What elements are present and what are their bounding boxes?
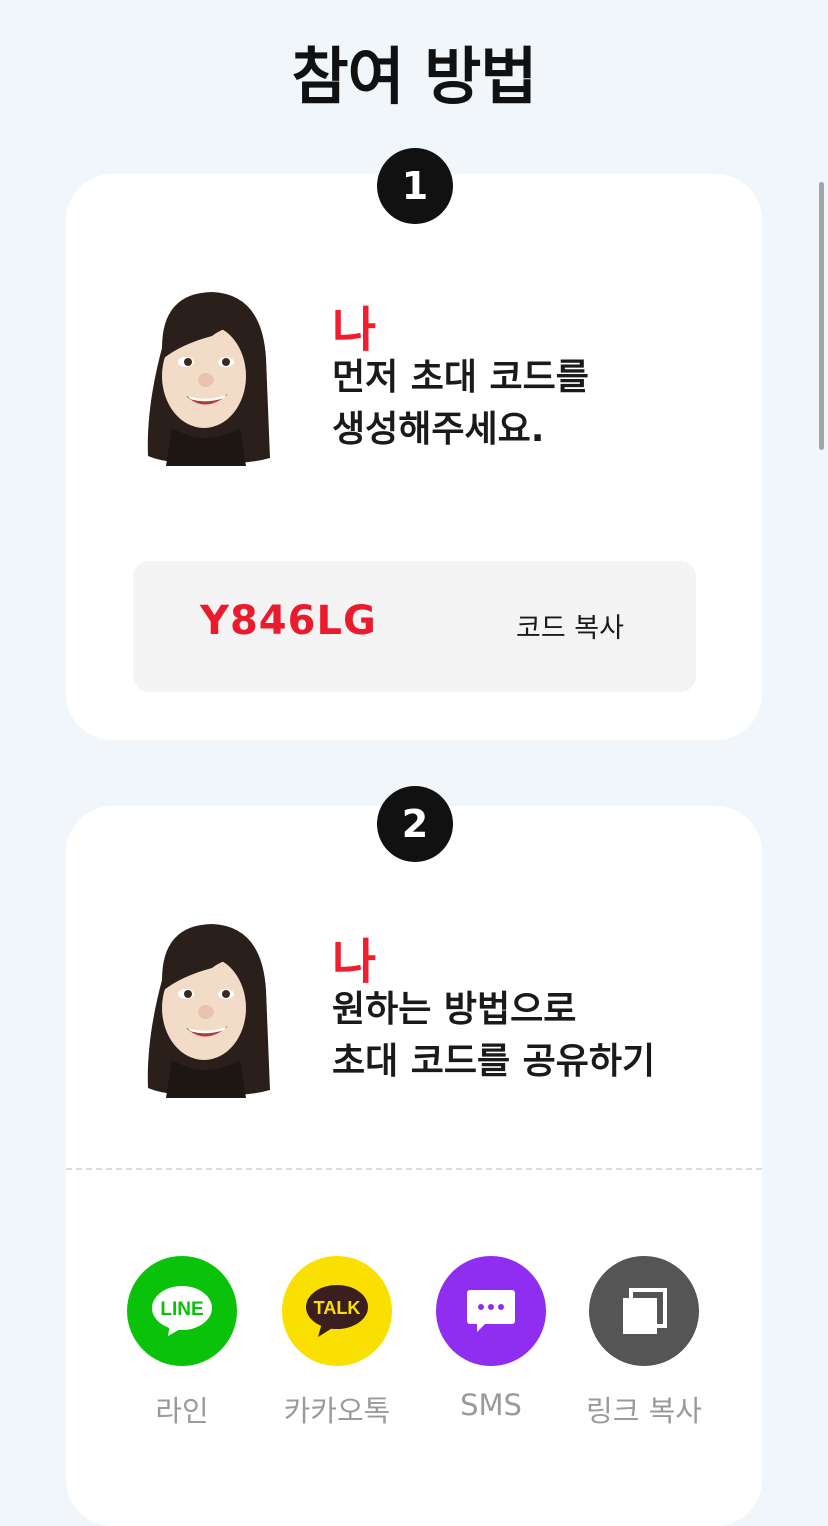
step-2-description: 원하는 방법으로 초대 코드를 공유하기 bbox=[332, 984, 655, 1088]
step-1-line-1: 먼저 초대 코드를 bbox=[332, 357, 589, 398]
memoji-avatar-icon bbox=[147, 292, 270, 466]
step-1-badge: 1 bbox=[377, 148, 453, 224]
share-kakaotalk-button[interactable]: TALK bbox=[282, 1256, 392, 1366]
share-line-button[interactable]: LINE bbox=[127, 1256, 237, 1366]
copy-code-button[interactable]: 코드 복사 bbox=[516, 606, 624, 645]
share-sms-label: SMS bbox=[460, 1388, 522, 1422]
sms-icon bbox=[467, 1290, 515, 1332]
kakaotalk-icon: TALK bbox=[306, 1285, 368, 1337]
share-copy-link-button[interactable] bbox=[589, 1256, 699, 1366]
step-2-line-2: 초대 코드를 공유하기 bbox=[332, 1041, 656, 1082]
line-icon: LINE bbox=[152, 1286, 212, 1336]
step-1-line-2: 생성해주세요. bbox=[332, 409, 545, 450]
step-2-actor: 나 bbox=[332, 934, 377, 990]
line-icon-text: LINE bbox=[160, 1299, 203, 1320]
copy-link-icon bbox=[623, 1288, 667, 1334]
kakaotalk-icon-text: TALK bbox=[314, 1298, 361, 1318]
section-divider bbox=[66, 1168, 762, 1170]
step-2-line-1: 원하는 방법으로 bbox=[332, 989, 577, 1030]
share-line-label: 라인 bbox=[155, 1394, 209, 1428]
share-kakaotalk-label: 카카오톡 bbox=[283, 1394, 391, 1428]
step-1-description: 먼저 초대 코드를 생성해주세요. bbox=[332, 352, 589, 456]
scrollbar[interactable] bbox=[819, 182, 824, 450]
share-copy-link-label: 링크 복사 bbox=[586, 1394, 702, 1428]
page-title: 참여 방법 bbox=[291, 40, 538, 113]
share-sms-button[interactable] bbox=[436, 1256, 546, 1366]
invite-code: Y846LG bbox=[200, 598, 377, 644]
memoji-avatar-icon bbox=[147, 924, 270, 1098]
step-2-badge: 2 bbox=[377, 786, 453, 862]
step-1-actor: 나 bbox=[332, 302, 377, 358]
